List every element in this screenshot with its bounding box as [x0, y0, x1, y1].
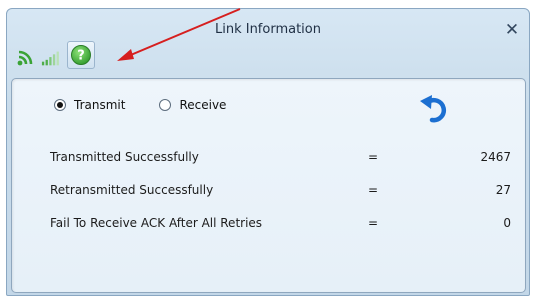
stat-equals: =: [368, 150, 379, 164]
stat-row: Retransmitted Successfully = 27: [50, 183, 511, 216]
receive-radio[interactable]: Receive: [159, 98, 226, 112]
stat-label: Fail To Receive ACK After All Retries: [50, 216, 263, 230]
stat-label: Transmitted Successfully: [50, 150, 199, 164]
toolbar: ?: [15, 41, 99, 69]
window-title: Link Information: [214, 22, 321, 37]
transmit-label: Transmit: [74, 98, 126, 112]
help-tab[interactable]: ?: [67, 41, 95, 69]
link-info-panel: Transmit Receive Transmitted Successfull…: [11, 78, 526, 293]
reset-icon[interactable]: [419, 93, 449, 123]
stat-value: 2467: [480, 150, 511, 164]
mode-selector: Transmit Receive: [54, 98, 260, 112]
stats-list: Transmitted Successfully = 2467 Retransm…: [50, 150, 511, 249]
stat-label: Retransmitted Successfully: [50, 183, 214, 197]
transmit-radio[interactable]: Transmit: [54, 98, 125, 112]
stat-value: 27: [495, 183, 511, 197]
stat-value: 0: [503, 216, 511, 230]
transmit-radio-circle[interactable]: [54, 99, 66, 111]
close-icon[interactable]: ✕: [503, 21, 521, 39]
link-information-window: Link Information ✕ ? Transmit Receive Tr…: [6, 8, 530, 296]
stat-equals: =: [368, 183, 379, 197]
annotation-arrow: [117, 8, 241, 61]
title-bar: Link Information ✕ ?: [7, 8, 529, 69]
receive-label: Receive: [179, 98, 227, 112]
svg-text:?: ?: [77, 49, 85, 64]
stat-row: Transmitted Successfully = 2467: [50, 150, 511, 183]
stat-equals: =: [368, 216, 379, 230]
signal-bars-icon[interactable]: [41, 47, 63, 69]
wifi-signal-icon[interactable]: [15, 47, 37, 69]
receive-radio-circle[interactable]: [159, 99, 172, 111]
help-icon: ?: [71, 45, 91, 65]
stat-row: Fail To Receive ACK After All Retries = …: [50, 216, 511, 249]
